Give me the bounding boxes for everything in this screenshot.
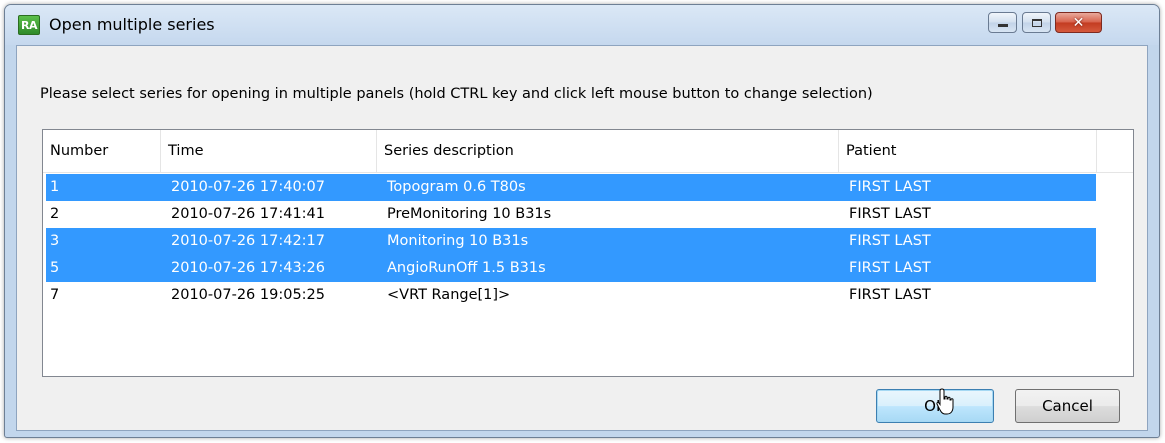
minimize-icon	[997, 24, 1008, 27]
close-button[interactable]: ✕	[1055, 12, 1102, 33]
table-row[interactable]: 3 2010-07-26 17:42:17 Monitoring 10 B31s FI…	[46, 228, 1096, 255]
cell-patient: FIRST LAST	[849, 206, 931, 222]
column-header-patient[interactable]: Patient	[839, 130, 1097, 172]
cell-number: 1	[50, 179, 60, 195]
mouse-pointer-icon	[936, 388, 954, 415]
app-logo-icon: RA	[18, 15, 40, 35]
minimize-button[interactable]	[988, 12, 1017, 33]
table-row[interactable]: 7 2010-07-26 19:05:25 <VRT Range[1]> FIRST …	[46, 282, 1096, 309]
series-list[interactable]: Number Time Series description Patient 1…	[42, 129, 1134, 377]
cell-patient: FIRST LAST	[849, 260, 931, 276]
cell-number: 2	[50, 206, 60, 222]
cancel-button[interactable]: Cancel	[1015, 389, 1120, 423]
dialog-content: Please select series for opening in mult…	[16, 45, 1148, 431]
table-row[interactable]: 2 2010-07-26 17:41:41 PreMonitoring 10 B31…	[46, 201, 1096, 228]
cell-number: 3	[50, 233, 60, 249]
window-title: Open multiple series	[49, 15, 215, 34]
cell-description: <VRT Range[1]>	[387, 287, 511, 303]
cell-description: Topogram 0.6 T80s	[387, 179, 526, 195]
list-header: Number Time Series description Patient	[43, 130, 1133, 173]
cell-time: 2010-07-26 17:43:26	[171, 260, 325, 276]
cell-description: Monitoring 10 B31s	[387, 233, 529, 249]
cell-time: 2010-07-26 17:42:17	[171, 233, 325, 249]
cell-description: AngioRunOff 1.5 B31s	[387, 260, 546, 276]
cell-patient: FIRST LAST	[849, 179, 931, 195]
column-header-description[interactable]: Series description	[377, 130, 839, 172]
dialog-window: RA Open multiple series ✕ Please select …	[4, 4, 1160, 438]
cell-number: 7	[50, 287, 60, 303]
cell-description: PreMonitoring 10 B31s	[387, 206, 552, 222]
table-row[interactable]: 1 2010-07-26 17:40:07 Topogram 0.6 T80s FIR…	[46, 174, 1096, 201]
cell-time: 2010-07-26 17:40:07	[171, 179, 325, 195]
maximize-button[interactable]	[1022, 12, 1051, 33]
cell-time: 2010-07-26 17:41:41	[171, 206, 325, 222]
column-header-number[interactable]: Number	[43, 130, 161, 172]
cell-patient: FIRST LAST	[849, 287, 931, 303]
cell-patient: FIRST LAST	[849, 233, 931, 249]
maximize-icon	[1031, 18, 1042, 27]
table-row[interactable]: 5 2010-07-26 17:43:26 AngioRunOff 1.5 B31s…	[46, 255, 1096, 282]
cell-number: 5	[50, 260, 60, 276]
column-header-time[interactable]: Time	[161, 130, 377, 172]
close-icon: ✕	[1072, 14, 1085, 31]
instructions-text: Please select series for opening in mult…	[40, 86, 873, 102]
cell-time: 2010-07-26 19:05:25	[171, 287, 325, 303]
title-bar[interactable]: RA Open multiple series ✕	[5, 5, 1159, 45]
